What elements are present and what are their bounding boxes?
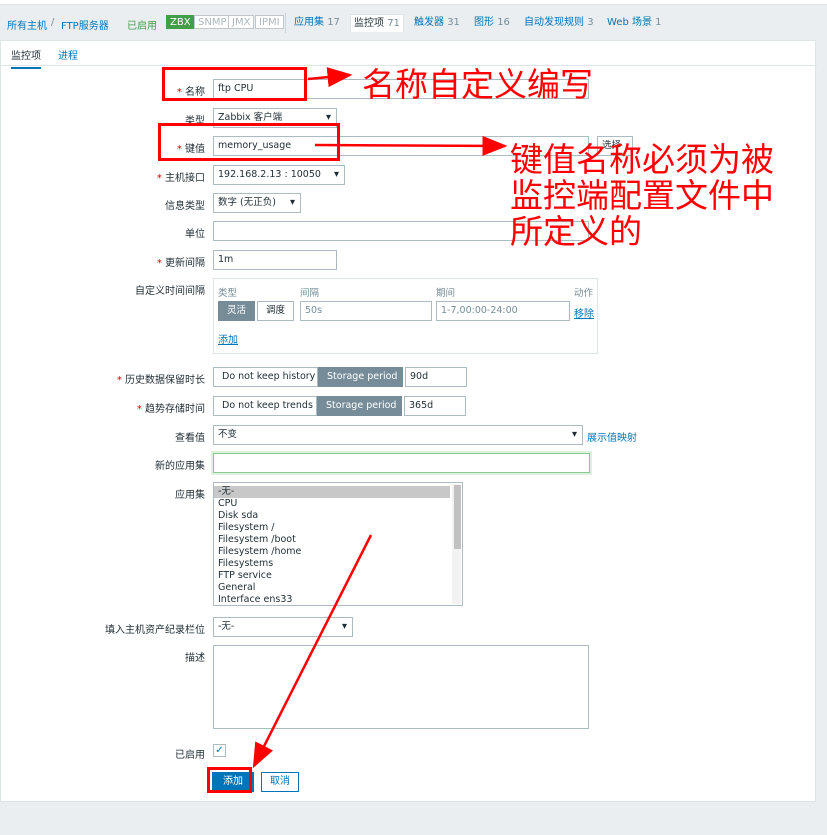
arrow-to-name-note (307, 67, 353, 88)
arrow-to-add-button (252, 534, 373, 769)
annotation-arrows (252, 67, 508, 769)
annotation-note-name: 名称自定义编写 (362, 65, 593, 104)
annotation-note-key-line3: 所定义的 (510, 212, 642, 251)
arrow-to-key-note (314, 135, 508, 156)
